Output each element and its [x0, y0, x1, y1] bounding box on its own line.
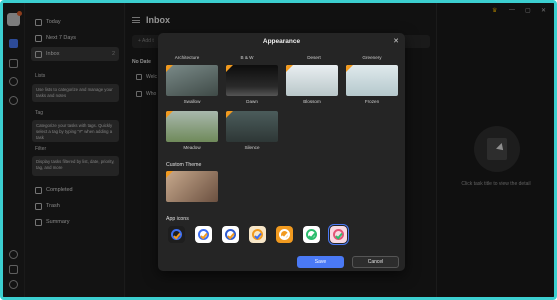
theme-blossom[interactable]: [286, 65, 338, 96]
theme-meadow[interactable]: [166, 111, 218, 142]
theme-label: Frozen: [364, 99, 380, 104]
app-icon-option[interactable]: [303, 226, 320, 243]
theme-frozen[interactable]: [346, 65, 398, 96]
theme-custom[interactable]: [166, 171, 218, 202]
dialog-title: Appearance: [262, 38, 301, 45]
theme-label: Silence: [244, 145, 260, 150]
close-icon[interactable]: ✕: [393, 37, 399, 45]
app-icon-option[interactable]: [276, 226, 293, 243]
category-label: Greenery: [362, 55, 382, 60]
theme-swallow[interactable]: [166, 65, 218, 96]
app-icon-option[interactable]: [249, 226, 266, 243]
category-label: Architecture: [174, 55, 200, 60]
app-icon-option-selected[interactable]: [328, 224, 349, 245]
category-label: Desert: [307, 55, 321, 60]
appearance-dialog: Appearance ✕ Architecture B & W Desert G…: [158, 33, 405, 271]
custom-theme-heading: Custom Theme: [166, 162, 202, 168]
save-button[interactable]: Save: [297, 256, 344, 268]
theme-silence[interactable]: [226, 111, 278, 142]
app-icons-heading: App icons: [166, 216, 189, 222]
category-label: B & W: [240, 55, 254, 60]
theme-dawn[interactable]: [226, 65, 278, 96]
theme-label: Meadow: [183, 145, 201, 150]
theme-label: Dawn: [246, 99, 258, 104]
app-icon-option[interactable]: [222, 226, 239, 243]
app-icon-option[interactable]: [195, 226, 212, 243]
theme-label: Swallow: [183, 99, 201, 104]
theme-label: Blossom: [303, 99, 321, 104]
app-icon-option[interactable]: [168, 226, 185, 243]
cancel-button[interactable]: Cancel: [352, 256, 399, 268]
app-window: Today Next 7 Days Inbox 2 Lists Use lists…: [0, 0, 557, 300]
